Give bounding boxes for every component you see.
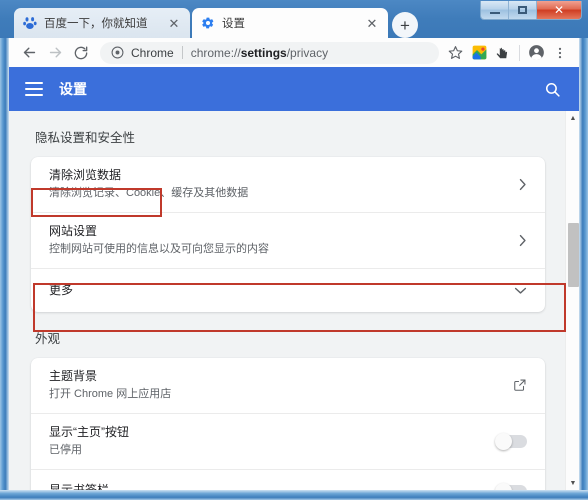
tab-baidu[interactable]: 百度一下，你就知道 ✕	[14, 8, 190, 38]
row-site-settings[interactable]: 网站设置 控制网站可使用的信息以及可向您显示的内容	[31, 211, 545, 268]
row-title: 显示“主页”按钮	[49, 424, 129, 439]
window-frame-left-border	[0, 0, 9, 500]
page-title: 设置	[59, 81, 87, 97]
baidu-paw-icon	[22, 16, 37, 31]
url-path: /privacy	[286, 45, 329, 60]
chrome-menu-button[interactable]	[548, 41, 572, 65]
close-icon: ✕	[553, 3, 565, 17]
row-title: 更多	[49, 282, 74, 297]
back-button[interactable]	[16, 40, 42, 66]
minimize-icon	[489, 12, 500, 14]
row-title: 网站设置	[49, 223, 98, 238]
close-tab-button[interactable]: ✕	[364, 15, 380, 31]
page-scrollbar[interactable]: ▲ ▼	[565, 111, 579, 490]
window-frame-bottom-border	[0, 490, 588, 500]
row-show-home-button[interactable]: 显示“主页”按钮 已停用	[31, 412, 545, 469]
row-title: 清除浏览数据	[49, 168, 122, 182]
close-window-button[interactable]: ✕	[537, 1, 581, 19]
chevron-right-icon[interactable]	[518, 178, 527, 191]
bookmark-star-icon[interactable]	[443, 41, 467, 65]
privacy-settings-card: 清除浏览数据 清除浏览记录、Cookie、缓存及其他数据 网站设置 控制网站可使…	[31, 157, 545, 312]
toggle-show-home-button[interactable]	[495, 432, 527, 450]
address-bar[interactable]: Chrome chrome://settings/privacy	[100, 41, 439, 64]
maximize-button[interactable]	[509, 1, 537, 19]
scroll-down-arrow[interactable]: ▼	[566, 476, 579, 490]
settings-content-scroll: 隐私设置和安全性 清除浏览数据 清除浏览记录、Cookie、缓存及其他数据 网站…	[9, 111, 565, 490]
forward-button[interactable]	[42, 40, 68, 66]
tab-title: 设置	[222, 18, 245, 30]
external-link-icon[interactable]	[513, 378, 527, 392]
maximize-icon	[518, 6, 527, 14]
row-text: 更多	[49, 282, 502, 299]
section-heading-appearance: 外观	[35, 331, 61, 346]
google-photos-extension-icon[interactable]	[467, 41, 491, 65]
minimize-button[interactable]	[481, 1, 509, 19]
toggle-knob	[495, 432, 512, 450]
row-themes[interactable]: 主题背景 打开 Chrome 网上应用店	[31, 358, 545, 413]
settings-header-bar: 设置	[9, 67, 579, 111]
search-icon[interactable]	[541, 78, 563, 100]
row-subtitle: 控制网站可使用的信息以及可向您显示的内容	[49, 243, 269, 256]
omnibox-scheme-label: Chrome	[131, 45, 174, 60]
plus-icon: +	[400, 15, 410, 35]
scrollbar-thumb[interactable]	[568, 223, 579, 287]
tab-strip: ✕ 百度一下，你就知道 ✕ 设置 ✕ +	[0, 0, 588, 38]
toggle-track	[495, 482, 527, 490]
toolbar-divider	[519, 44, 520, 61]
hand-cursor-icon[interactable]	[491, 41, 515, 65]
row-text: 清除浏览数据 清除浏览记录、Cookie、缓存及其他数据	[49, 167, 506, 202]
browser-window: ✕ 百度一下，你就知道 ✕ 设置 ✕ + Chrome chrome://set…	[0, 0, 588, 500]
row-title: 显示书签栏	[49, 482, 485, 490]
row-subtitle: 清除浏览记录、Cookie、缓存及其他数据	[49, 187, 249, 200]
chrome-page-info-icon[interactable]	[110, 46, 124, 60]
toggle-knob	[495, 482, 512, 490]
row-text: 显示书签栏	[49, 482, 485, 490]
profile-avatar-icon[interactable]	[524, 41, 548, 65]
window-frame-right-border	[579, 0, 588, 500]
row-title: 主题背景	[49, 368, 98, 383]
window-controls: ✕	[480, 1, 582, 20]
gear-icon	[200, 16, 215, 31]
section-heading-privacy: 隐私设置和安全性	[35, 131, 136, 145]
browser-toolbar: Chrome chrome://settings/privacy	[9, 38, 579, 67]
close-tab-button[interactable]: ✕	[166, 15, 182, 31]
reload-button[interactable]	[68, 40, 94, 66]
row-more[interactable]: 更多	[31, 267, 545, 312]
row-text: 网站设置 控制网站可使用的信息以及可向您显示的内容	[49, 223, 506, 258]
row-text: 主题背景 打开 Chrome 网上应用店	[49, 368, 501, 403]
url-host: settings	[240, 45, 287, 60]
toggle-show-bookmarks-bar[interactable]	[495, 482, 527, 490]
tab-title: 百度一下，你就知道	[44, 18, 148, 30]
tab-settings[interactable]: 设置 ✕	[192, 8, 388, 38]
appearance-settings-card: 主题背景 打开 Chrome 网上应用店 显示“主页”按钮 已停用	[31, 357, 545, 490]
row-text: 显示“主页”按钮 已停用	[49, 424, 485, 459]
settings-page: 设置 隐私设置和安全性 清除浏览数据 清除浏览记录、Cookie、缓存及其他数据	[9, 67, 579, 490]
url-prefix: chrome://	[190, 45, 241, 60]
scroll-up-arrow[interactable]: ▲	[566, 111, 579, 125]
toggle-track	[495, 432, 527, 450]
hamburger-menu-icon[interactable]	[25, 82, 43, 96]
new-tab-button[interactable]: +	[392, 12, 418, 38]
row-clear-browsing-data[interactable]: 清除浏览数据 清除浏览记录、Cookie、缓存及其他数据	[31, 157, 545, 212]
chevron-right-icon[interactable]	[518, 234, 527, 247]
omnibox-url-text: chrome://settings/privacy	[191, 46, 328, 60]
row-subtitle: 已停用	[49, 444, 82, 457]
row-show-bookmarks-bar[interactable]: 显示书签栏	[31, 468, 545, 490]
row-subtitle: 打开 Chrome 网上应用店	[49, 388, 172, 401]
chevron-down-icon[interactable]	[514, 286, 527, 295]
omnibox-divider	[181, 46, 183, 59]
